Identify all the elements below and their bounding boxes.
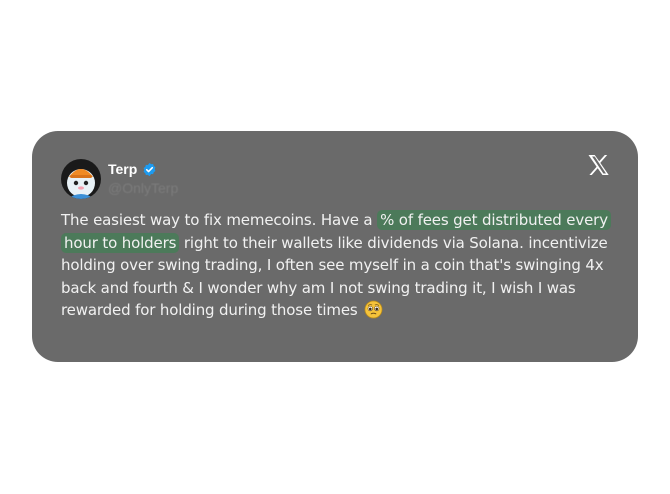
author-avatar[interactable] — [61, 159, 101, 199]
verified-badge-icon — [143, 162, 156, 177]
tweet-text-start: The easiest way to fix memecoins. Have a — [61, 211, 378, 229]
author-name[interactable]: Terp — [108, 161, 137, 178]
author-info: Terp @OnlyTerp — [108, 161, 178, 197]
tweet-text: The easiest way to fix memecoins. Have a… — [61, 209, 611, 322]
author-handle[interactable]: @OnlyTerp — [108, 180, 178, 197]
tweet-card[interactable]: Terp @OnlyTerp The easiest way to fix me… — [32, 131, 638, 362]
pleading-face-emoji-icon — [364, 300, 383, 319]
avatar-image-icon — [61, 159, 101, 199]
x-logo-icon[interactable] — [586, 153, 611, 177]
author-name-row: Terp — [108, 161, 178, 178]
